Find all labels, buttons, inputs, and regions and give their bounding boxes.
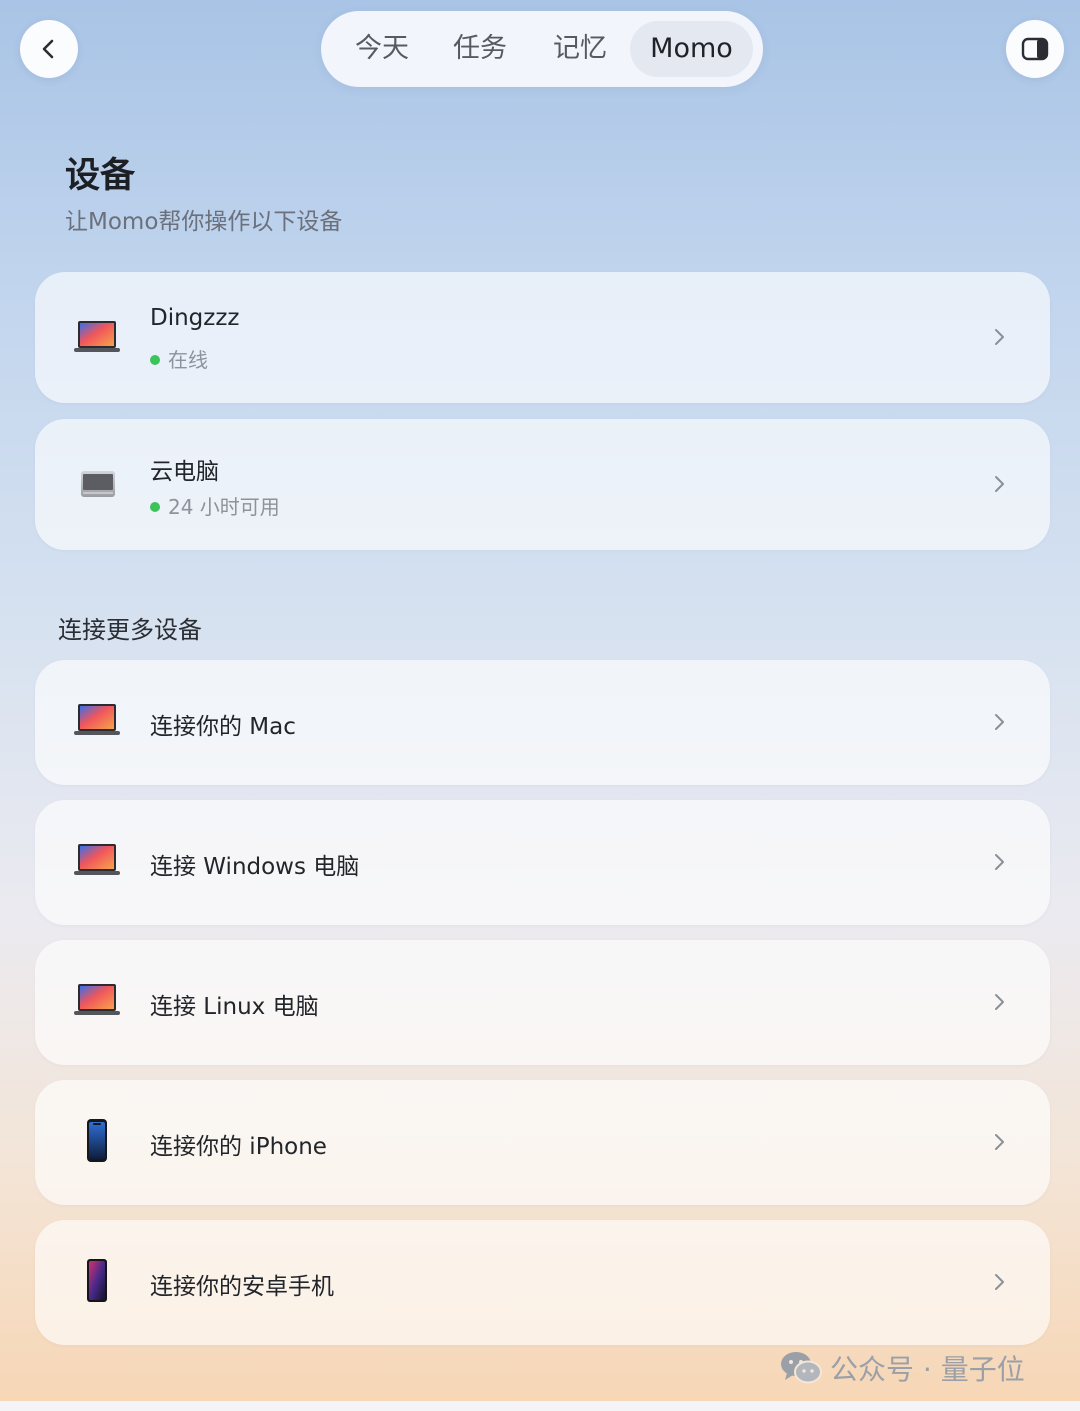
- connect-row-label: 连接 Windows 电脑: [150, 854, 360, 880]
- sidebar-toggle-button[interactable]: [1006, 20, 1064, 78]
- chevron-right-icon: [995, 714, 1004, 730]
- chevron-right-icon: [995, 1274, 1004, 1290]
- sidebar-toggle-icon: [1021, 37, 1049, 61]
- connect-linux-row[interactable]: 连接 Linux 电脑: [35, 940, 1050, 1065]
- device-status: 24 小时可用: [150, 491, 280, 520]
- macbook-icon: [74, 704, 120, 735]
- device-status-text: 在线: [168, 348, 208, 372]
- tab-momo[interactable]: Momo: [630, 21, 753, 77]
- chevron-right-icon: [995, 854, 1004, 870]
- macbook-icon: [74, 321, 120, 352]
- window-bottom-edge: [0, 1401, 1080, 1411]
- wechat-icon: [781, 1352, 822, 1384]
- connect-iphone-row[interactable]: 连接你的 iPhone: [35, 1080, 1050, 1205]
- chevron-left-icon: [42, 39, 54, 59]
- connect-row-label: 连接你的 iPhone: [150, 1134, 327, 1160]
- device-name: Dingzzz: [150, 305, 240, 331]
- chevron-right-icon: [995, 476, 1004, 492]
- section-title-connect-more: 连接更多设备: [58, 616, 202, 644]
- connect-row-label: 连接 Linux 电脑: [150, 994, 319, 1020]
- device-card-dingzzz[interactable]: Dingzzz 在线: [35, 272, 1050, 403]
- cloud-pc-icon: [81, 471, 115, 497]
- device-settings-screen: 今天 任务 记忆 Momo 设备 让Momo帮你操作以下设备 Dingzzz 在…: [0, 0, 1080, 1403]
- top-tab-bar: 今天 任务 记忆 Momo: [321, 11, 763, 87]
- laptop-icon: [74, 984, 120, 1015]
- tab-memory[interactable]: 记忆: [541, 21, 619, 77]
- page-title: 设备: [65, 156, 136, 196]
- chevron-right-icon: [995, 1134, 1004, 1150]
- connect-row-label: 连接你的 Mac: [150, 714, 296, 740]
- laptop-icon: [74, 844, 120, 875]
- connect-android-row[interactable]: 连接你的安卓手机: [35, 1220, 1050, 1345]
- chevron-right-icon: [995, 994, 1004, 1010]
- device-status-text: 24 小时可用: [168, 495, 280, 519]
- back-button[interactable]: [20, 20, 78, 78]
- device-card-cloud-pc[interactable]: 云电脑 24 小时可用: [35, 419, 1050, 550]
- chevron-right-icon: [995, 329, 1004, 345]
- connect-mac-row[interactable]: 连接你的 Mac: [35, 660, 1050, 785]
- online-status-dot: [150, 355, 160, 365]
- android-phone-icon: [87, 1259, 107, 1302]
- watermark: 公众号 · 量子位: [780, 1348, 1025, 1388]
- connect-row-label: 连接你的安卓手机: [150, 1274, 334, 1300]
- device-status: 在线: [150, 344, 208, 373]
- watermark-text: 公众号 · 量子位: [830, 1353, 1025, 1386]
- connect-windows-row[interactable]: 连接 Windows 电脑: [35, 800, 1050, 925]
- tab-today[interactable]: 今天: [343, 21, 421, 77]
- online-status-dot: [150, 502, 160, 512]
- iphone-icon: [87, 1119, 107, 1162]
- tab-tasks[interactable]: 任务: [441, 21, 519, 77]
- page-subtitle: 让Momo帮你操作以下设备: [65, 209, 343, 235]
- device-name: 云电脑: [150, 459, 219, 485]
